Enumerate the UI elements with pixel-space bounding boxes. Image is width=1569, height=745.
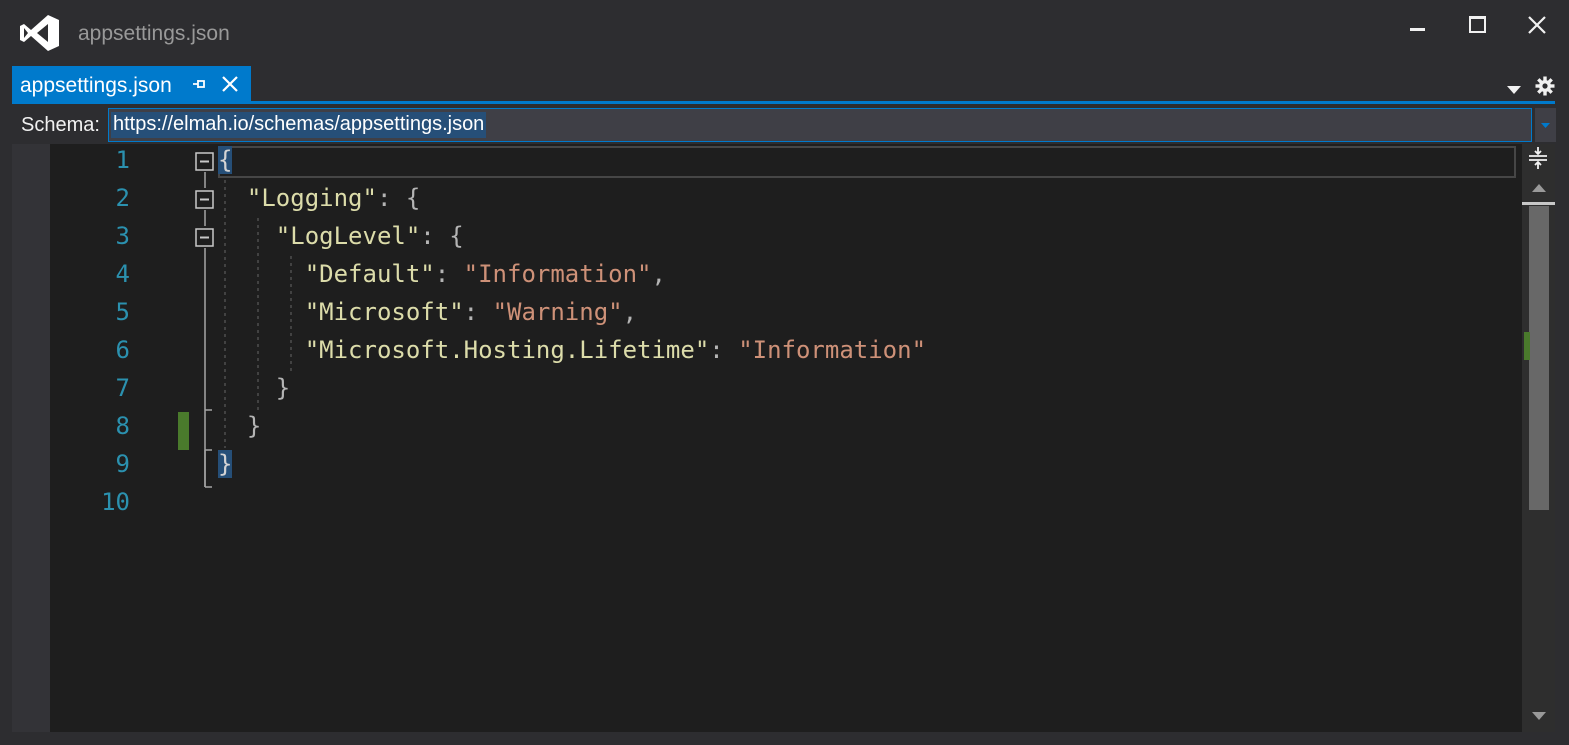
tab-close-icon[interactable] <box>220 74 240 94</box>
vertical-scrollbar[interactable] <box>1522 144 1555 732</box>
code-line[interactable]: "Microsoft": "Warning", <box>218 298 637 326</box>
maximize-icon <box>1469 16 1486 33</box>
code-line[interactable]: { <box>218 146 233 174</box>
json-colon: : <box>463 298 493 326</box>
maximize-button[interactable] <box>1452 8 1502 42</box>
tab-label: appsettings.json <box>20 74 172 97</box>
close-window-button[interactable] <box>1512 8 1562 42</box>
code-line[interactable]: } <box>218 374 290 402</box>
json-key: "Default" <box>304 260 435 288</box>
schema-bar: Schema: https://elmah.io/schemas/appsett… <box>12 104 1556 144</box>
gear-icon[interactable] <box>1535 76 1555 96</box>
code-line[interactable]: } <box>218 450 233 478</box>
scroll-up-icon[interactable] <box>1530 182 1548 194</box>
schema-input[interactable]: https://elmah.io/schemas/appsettings.jso… <box>108 108 1532 142</box>
scroll-position-indicator <box>1522 202 1555 205</box>
json-punct: : { <box>376 184 421 212</box>
code-line[interactable]: } <box>218 412 261 440</box>
scroll-down-icon[interactable] <box>1530 710 1548 722</box>
json-punct: : { <box>420 222 464 250</box>
json-key: "Logging" <box>246 184 377 212</box>
json-punct: , <box>651 260 666 288</box>
json-colon: : <box>434 260 464 288</box>
split-window-icon[interactable] <box>1527 146 1549 170</box>
brace-match: } <box>218 450 233 478</box>
code-line[interactable]: "LogLevel": { <box>218 222 464 250</box>
scroll-change-marker <box>1524 332 1530 360</box>
code-line[interactable]: "Logging": { <box>218 184 420 212</box>
brace-match: { <box>218 146 233 174</box>
json-punct: } <box>246 412 262 440</box>
tab-overflow-dropdown-icon[interactable] <box>1504 80 1524 100</box>
schema-value[interactable]: https://elmah.io/schemas/appsettings.jso… <box>111 112 487 138</box>
current-line-highlight <box>218 146 1516 178</box>
json-punct: } <box>275 374 291 402</box>
schema-dropdown-button[interactable] <box>1534 108 1556 142</box>
title-bar: appsettings.json <box>0 0 1569 66</box>
code-editor[interactable]: 1 2 3 4 5 6 7 8 9 10 {"Logging": {"Log… <box>12 144 1555 732</box>
visual-studio-logo-icon <box>20 15 59 51</box>
pin-icon[interactable] <box>189 74 209 94</box>
code-line[interactable]: "Microsoft.Hosting.Lifetime": "Informati… <box>218 336 926 364</box>
json-key: "Microsoft" <box>304 298 464 326</box>
window-title: appsettings.json <box>78 22 230 45</box>
minimize-icon <box>1410 28 1425 31</box>
collapse-toggle-icon <box>195 228 214 247</box>
json-string: "Information" <box>463 260 652 288</box>
document-tab-strip: appsettings.json <box>0 66 1569 103</box>
schema-label: Schema: <box>21 114 100 136</box>
minimize-button[interactable] <box>1392 8 1442 42</box>
json-key: "LogLevel" <box>275 222 421 250</box>
json-colon: : <box>709 336 739 364</box>
close-icon <box>1528 16 1546 34</box>
json-string: "Warning" <box>492 298 623 326</box>
json-punct: , <box>622 298 638 326</box>
collapse-toggle-icon <box>195 190 214 209</box>
code-line[interactable]: "Default": "Information", <box>218 260 666 288</box>
scroll-thumb[interactable] <box>1529 206 1549 510</box>
chevron-down-icon <box>1541 123 1550 128</box>
json-string: "Information" <box>738 336 927 364</box>
json-key: "Microsoft.Hosting.Lifetime" <box>304 336 710 364</box>
tab-appsettings-json[interactable]: appsettings.json <box>12 66 251 103</box>
collapse-toggle-icon <box>195 152 214 171</box>
